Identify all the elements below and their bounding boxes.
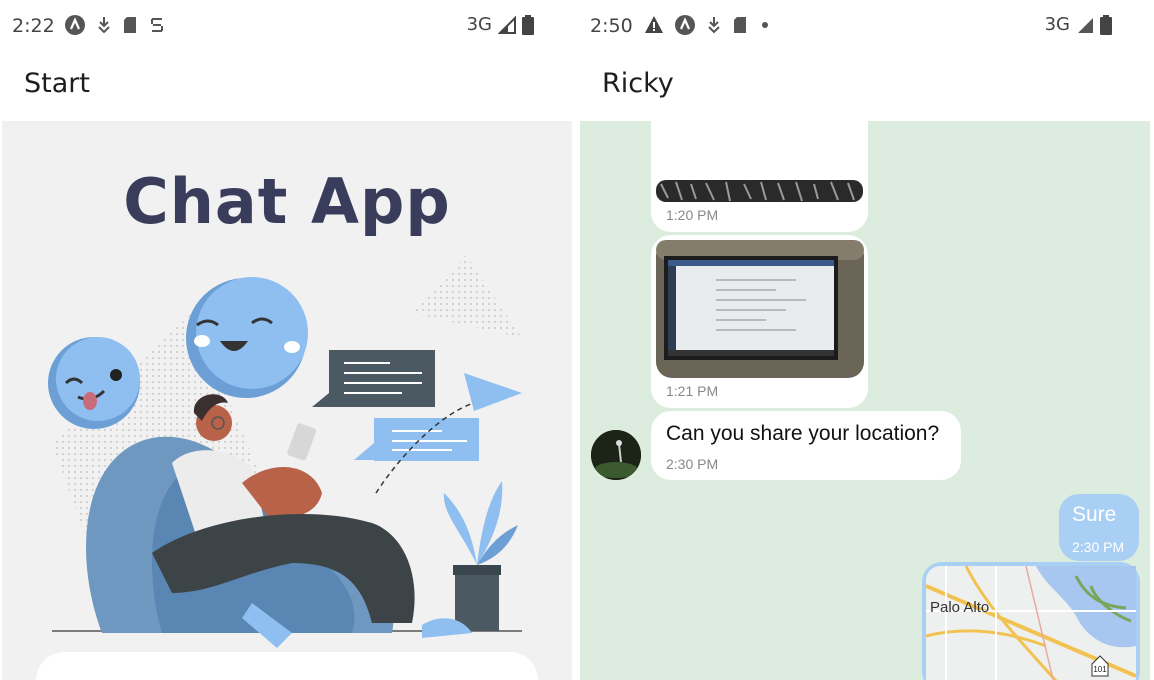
message-time: 2:30 PM: [666, 456, 719, 472]
network-type: 3G: [1044, 14, 1070, 35]
received-message[interactable]: Can you share your location? 2:30 PM: [651, 411, 961, 480]
bottom-card[interactable]: [36, 652, 538, 680]
chat-contact-name: Ricky: [602, 68, 674, 99]
avatar-image: [591, 430, 641, 480]
status-right: 3G: [1045, 14, 1112, 35]
battery-icon: [1100, 14, 1112, 35]
message-list[interactable]: 1:20 PM 1:21 PM Can you share your locat…: [580, 121, 1150, 680]
message-text: Can you share your location?: [666, 422, 940, 445]
signal-icon: [1078, 17, 1093, 33]
sent-message[interactable]: Sure 2:30 PM: [1059, 494, 1139, 561]
chat-illustration: [48, 255, 522, 648]
download-icon: [708, 17, 720, 34]
status-bar: 2:50 3G: [578, 0, 1152, 52]
highway-label: 101: [1093, 665, 1107, 674]
map-place-label: Palo Alto: [930, 599, 989, 616]
more-dot-icon: [762, 22, 768, 28]
hero-title: Chat App: [123, 165, 451, 238]
app-bar: Ricky: [578, 52, 1152, 121]
sd-card-icon: [124, 17, 136, 33]
status-time: 2:22: [12, 15, 55, 37]
app-bar: Start: [0, 52, 574, 121]
app-notification-icon: [65, 15, 85, 35]
warning-icon: [645, 16, 663, 33]
image-message[interactable]: 1:20 PM: [651, 121, 868, 232]
contact-avatar[interactable]: [591, 430, 641, 480]
page-title: Start: [24, 68, 90, 99]
sync-icon: [151, 18, 163, 32]
signal-icon: [498, 15, 516, 34]
status-right: 3G: [467, 14, 534, 35]
download-icon: [98, 17, 110, 34]
network-type: 3G: [466, 14, 492, 35]
app-notification-icon: [675, 15, 695, 35]
battery-icon: [522, 14, 534, 35]
start-screen: 2:22 3G Start Chat App: [0, 0, 574, 680]
status-notification-icons: [644, 14, 772, 36]
status-bar: 2:22 3G: [0, 0, 574, 52]
welcome-content: Chat App: [2, 121, 572, 680]
message-time: 1:20 PM: [666, 207, 719, 223]
map-preview[interactable]: 101 Palo Alto: [926, 566, 1136, 680]
message-image[interactable]: [656, 240, 864, 378]
image-message[interactable]: 1:21 PM: [651, 235, 868, 408]
status-time: 2:50: [590, 15, 633, 37]
message-time: 2:30 PM: [1072, 539, 1125, 555]
status-notification-icons: [64, 14, 166, 36]
location-message[interactable]: 101 Palo Alto: [922, 562, 1140, 680]
message-text: Sure: [1072, 503, 1117, 526]
sd-card-icon: [734, 17, 746, 33]
message-image[interactable]: [656, 180, 863, 202]
message-time: 1:21 PM: [666, 383, 719, 399]
chat-screen: 2:50 3G Ricky 1:20 PM 1:21 PM Can you sh…: [578, 0, 1152, 680]
